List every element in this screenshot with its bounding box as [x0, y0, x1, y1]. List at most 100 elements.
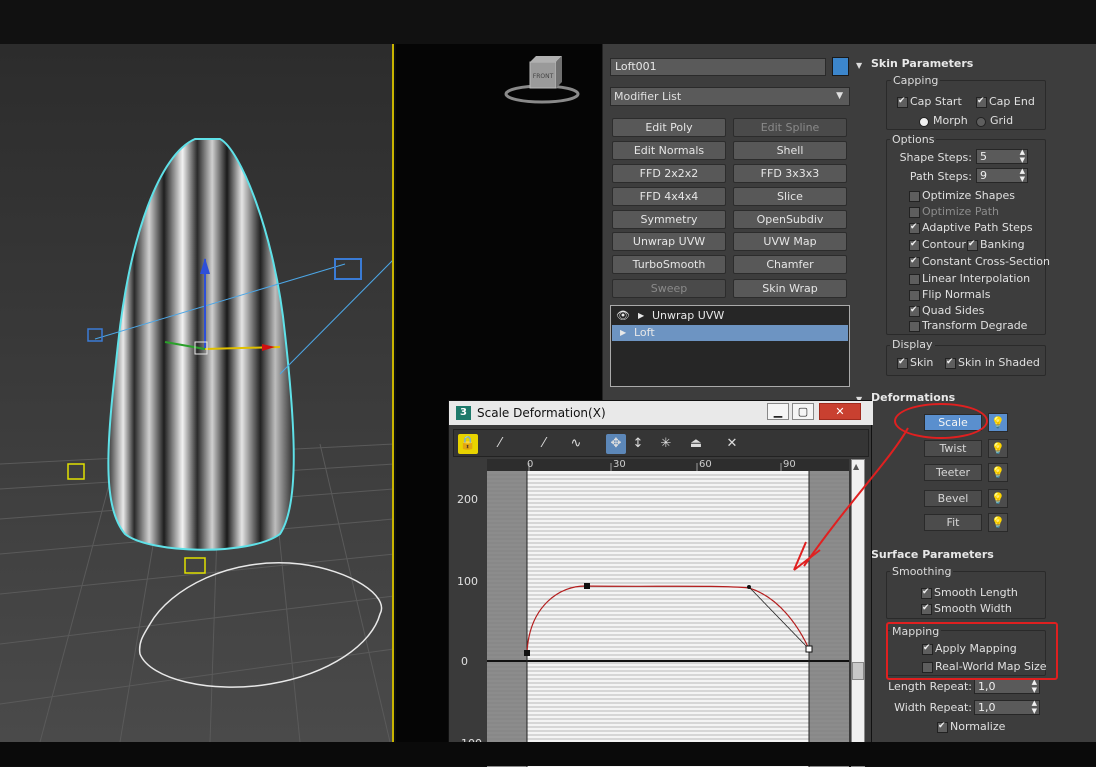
cap-end-checkbox[interactable]: Cap End — [976, 94, 1035, 109]
skin-parameters-title[interactable]: Skin Parameters — [871, 57, 973, 70]
ruler-tick-60: 60 — [699, 459, 712, 470]
bottom-bar — [0, 742, 1096, 766]
viewcube-face-label: FRONT — [533, 73, 554, 80]
normalize-checkbox[interactable]: Normalize — [937, 719, 1005, 734]
stack-item-label: Unwrap UVW — [652, 309, 725, 322]
viewcube[interactable]: FRONT — [502, 52, 582, 112]
teeter-toggle-bulb-icon[interactable]: 💡 — [988, 463, 1008, 482]
grid-radio[interactable]: Grid — [976, 114, 1013, 128]
modifier-button-skin-wrap[interactable]: Skin Wrap — [733, 279, 847, 298]
modifier-button-slice[interactable]: Slice — [733, 187, 847, 206]
linear-interpolation-checkbox[interactable]: Linear Interpolation — [909, 272, 1030, 286]
modifier-button-shell[interactable]: Shell — [733, 141, 847, 160]
modifier-button-uvw-map[interactable]: UVW Map — [733, 232, 847, 251]
modifier-button-symmetry[interactable]: Symmetry — [612, 210, 726, 229]
scale-control-point-icon[interactable]: ↕ — [628, 434, 648, 454]
rollout-collapse-icon[interactable]: ▼ — [856, 58, 864, 71]
perspective-viewport[interactable] — [0, 44, 394, 742]
length-repeat-spinner[interactable]: 1,0 ▲ ▼ — [974, 678, 1040, 694]
display-label: Display — [890, 338, 935, 351]
maximize-button[interactable]: ▢ — [792, 403, 814, 420]
loft-object[interactable] — [107, 138, 295, 551]
move-control-point-icon[interactable]: ✥ — [606, 434, 626, 454]
control-point[interactable] — [524, 650, 530, 656]
y-axis-label-200: 200 — [457, 493, 478, 506]
object-name-field[interactable]: Loft001 — [610, 58, 826, 76]
modifier-button-edit-spline: Edit Spline — [733, 118, 847, 137]
stack-item-unwrap-uvw[interactable]: 👁 ▶ Unwrap UVW — [612, 308, 848, 324]
lock-aspect-icon[interactable]: 🔒 — [458, 434, 478, 454]
minimize-button[interactable]: ▁ — [767, 403, 789, 420]
modifier-stack[interactable]: 👁 ▶ Unwrap UVW ▶ Loft — [610, 305, 850, 387]
options-label: Options — [890, 133, 937, 146]
bezier-handle[interactable] — [747, 585, 751, 589]
control-point[interactable] — [805, 645, 813, 653]
banking-checkbox[interactable]: Banking — [967, 237, 1025, 252]
flip-normals-checkbox[interactable]: Flip Normals — [909, 288, 990, 302]
adaptive-path-steps-checkbox[interactable]: Adaptive Path Steps — [909, 220, 1033, 235]
scrollbar-thumb[interactable] — [852, 662, 864, 680]
path-steps-spinner[interactable]: 9 ▲ ▼ — [976, 167, 1028, 183]
insert-corner-point-icon[interactable]: ✳ — [656, 434, 676, 454]
morph-radio[interactable]: Morph — [919, 114, 968, 128]
control-point[interactable] — [584, 583, 590, 589]
cap-start-checkbox[interactable]: Cap Start — [897, 94, 962, 109]
bevel-toggle-bulb-icon[interactable]: 💡 — [988, 489, 1008, 508]
expand-arrow-icon[interactable]: ▶ — [638, 308, 644, 324]
shape-steps-label: Shape Steps: — [899, 151, 972, 164]
delete-control-point-icon[interactable]: ⏏ — [686, 434, 706, 454]
fit-toggle-bulb-icon[interactable]: 💡 — [988, 513, 1008, 532]
skin-in-shaded-checkbox[interactable]: Skin in Shaded — [945, 355, 1040, 370]
modifier-button-ffd-4x4x4[interactable]: FFD 4x4x4 — [612, 187, 726, 206]
close-button[interactable]: ✕ — [819, 403, 861, 420]
fit-deformation-button[interactable]: Fit — [924, 514, 982, 531]
ruler-tick-0: 0 — [527, 459, 534, 470]
capping-label: Capping — [891, 74, 941, 87]
quad-sides-checkbox[interactable]: Quad Sides — [909, 303, 984, 318]
y-axis-label-100: 100 — [457, 575, 478, 588]
teeter-deformation-button[interactable]: Teeter — [924, 464, 982, 481]
modifier-button-edit-normals[interactable]: Edit Normals — [612, 141, 726, 160]
smooth-length-checkbox[interactable]: Smooth Length — [921, 585, 1018, 600]
smooth-width-checkbox[interactable]: Smooth Width — [921, 601, 1012, 616]
twist-toggle-bulb-icon[interactable]: 💡 — [988, 439, 1008, 458]
modifier-list-label: Modifier List — [614, 90, 682, 103]
modifier-button-chamfer[interactable]: Chamfer — [733, 255, 847, 274]
app-logo-icon: 3 — [456, 406, 471, 420]
ruler-tick-30: 30 — [613, 459, 626, 470]
shape-steps-spinner[interactable]: 5 ▲ ▼ — [976, 148, 1028, 164]
constant-cross-section-checkbox[interactable]: Constant Cross-Section — [909, 254, 1050, 269]
swap-curves-icon[interactable]: ∿ — [566, 434, 586, 454]
modifier-button-unwrap-uvw[interactable]: Unwrap UVW — [612, 232, 726, 251]
width-repeat-spinner[interactable]: 1,0 ▲ ▼ — [974, 699, 1040, 715]
modifier-button-ffd-2x2x2[interactable]: FFD 2x2x2 — [612, 164, 726, 183]
length-repeat-label: Length Repeat: — [888, 680, 972, 693]
object-color-swatch[interactable] — [832, 57, 849, 76]
twist-deformation-button[interactable]: Twist — [924, 440, 982, 457]
skin-checkbox[interactable]: Skin — [897, 355, 933, 370]
display-y-axis-icon[interactable]: ⁄ — [534, 434, 554, 454]
transform-degrade-checkbox[interactable]: Transform Degrade — [909, 319, 1027, 333]
annotation-rectangle — [886, 622, 1058, 680]
expand-arrow-icon[interactable]: ▶ — [620, 325, 626, 341]
eye-icon[interactable]: 👁 — [616, 308, 630, 324]
scale-toggle-bulb-icon[interactable]: 💡 — [988, 413, 1008, 432]
modifier-list-dropdown[interactable]: Modifier List ▼ — [610, 87, 850, 106]
modifier-button-ffd-3x3x3[interactable]: FFD 3x3x3 — [733, 164, 847, 183]
modifier-button-opensubdiv[interactable]: OpenSubdiv — [733, 210, 847, 229]
modifier-button-sweep: Sweep — [612, 279, 726, 298]
annotation-arrow — [793, 427, 909, 571]
deformation-graph[interactable] — [449, 457, 849, 767]
cross-section-shape — [138, 562, 383, 688]
chevron-down-icon: ▼ — [836, 91, 843, 101]
contour-checkbox[interactable]: Contour — [909, 237, 966, 252]
reset-curve-icon[interactable]: ✕ — [722, 434, 742, 454]
modifier-button-turbosmooth[interactable]: TurboSmooth — [612, 255, 726, 274]
modifier-button-edit-poly[interactable]: Edit Poly — [612, 118, 726, 137]
bevel-deformation-button[interactable]: Bevel — [924, 490, 982, 507]
stack-item-loft[interactable]: ▶ Loft — [612, 325, 848, 341]
display-x-axis-icon[interactable]: ⁄ — [490, 434, 510, 454]
path-steps-label: Path Steps: — [909, 170, 972, 183]
window-title: Scale Deformation(X) — [477, 406, 606, 420]
optimize-shapes-checkbox[interactable]: Optimize Shapes — [909, 189, 1015, 203]
